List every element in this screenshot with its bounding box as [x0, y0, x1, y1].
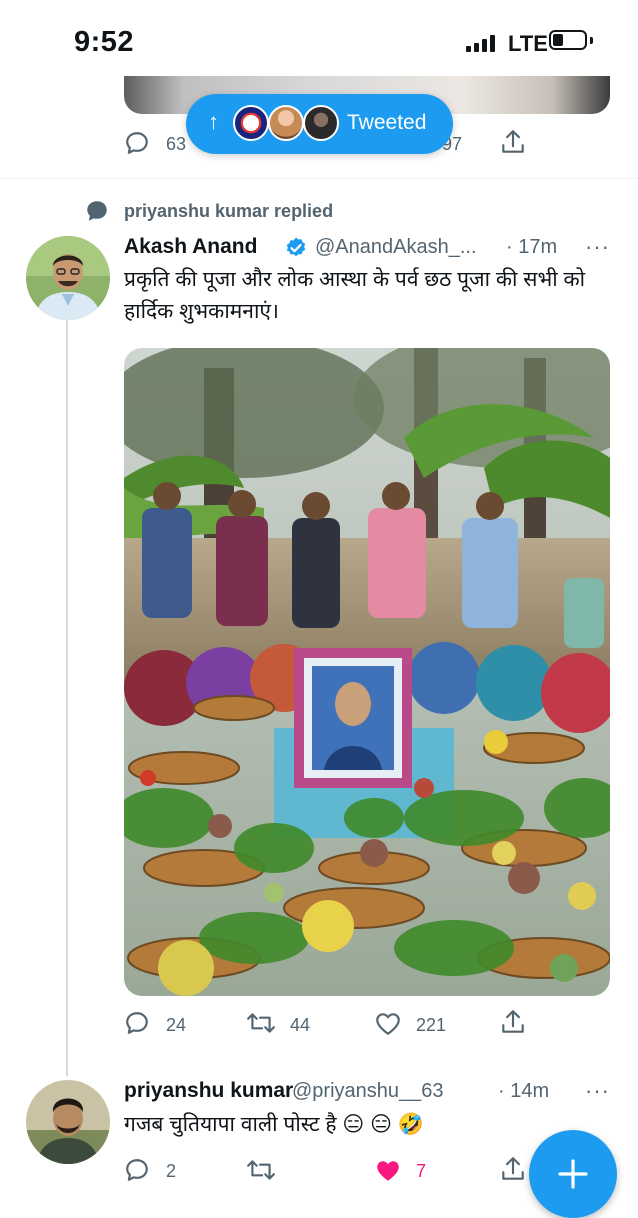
- like-count: 221: [416, 1015, 447, 1035]
- tweeted-label: Tweeted: [347, 111, 427, 134]
- author-name[interactable]: Akash Anand: [124, 235, 257, 259]
- retweet-icon: [247, 1013, 275, 1033]
- like-action[interactable]: [374, 1011, 402, 1042]
- verified-icon: [284, 236, 308, 265]
- tweet-divider: [0, 178, 638, 179]
- compose-plus-icon: [558, 1159, 588, 1189]
- reply-time[interactable]: · 14m: [498, 1080, 549, 1103]
- pill-avatar-3: [303, 105, 339, 141]
- like-icon: [377, 1161, 399, 1181]
- retweet-action[interactable]: [246, 1010, 276, 1041]
- reply-icon: [126, 1159, 148, 1181]
- retweet-icon: [247, 1160, 275, 1180]
- avatar-akash[interactable]: [26, 236, 110, 320]
- reply-like-action[interactable]: [374, 1158, 402, 1189]
- share-icon: [502, 130, 524, 153]
- reply-action[interactable]: [124, 1010, 150, 1041]
- prev-reply-count: 63: [166, 134, 187, 154]
- reply-reply-count: 2: [166, 1161, 177, 1181]
- reply-more-icon[interactable]: ···: [585, 1078, 610, 1104]
- battery-tip: [590, 37, 593, 44]
- compose-button[interactable]: [529, 1130, 617, 1218]
- reply-author-name[interactable]: priyanshu kumar: [124, 1079, 293, 1103]
- prev-share-action[interactable]: [500, 128, 526, 161]
- speech-bubble-icon: [84, 198, 110, 229]
- reply-author-handle[interactable]: @priyanshu__63: [292, 1080, 444, 1103]
- retweet-count: 44: [290, 1015, 311, 1035]
- pill-avatar-1: [233, 105, 269, 141]
- reply-icon: [126, 1012, 148, 1034]
- reply-like-count: 7: [416, 1161, 427, 1181]
- social-context[interactable]: priyanshu kumar replied: [124, 201, 333, 222]
- prev-reply-action[interactable]: [124, 130, 150, 161]
- share-action[interactable]: [500, 1008, 526, 1041]
- signal-icon: [466, 34, 495, 52]
- reply-count: 24: [166, 1015, 187, 1035]
- avatar-priyanshu[interactable]: [26, 1080, 110, 1164]
- thread-line: [66, 320, 68, 1076]
- battery-icon: [549, 30, 587, 50]
- share-icon: [502, 1157, 524, 1180]
- tweet-photo[interactable]: [124, 348, 610, 996]
- share-icon: [502, 1010, 524, 1033]
- reply-share-action[interactable]: [500, 1155, 526, 1188]
- pill-avatar-2: [268, 105, 304, 141]
- reply-text: गजब चुतियापा वाली पोस्ट है 😑 😑 🤣: [124, 1113, 424, 1136]
- status-time: 9:52: [74, 26, 135, 58]
- reply-retweet-action[interactable]: [246, 1157, 276, 1188]
- reply-icon: [126, 132, 148, 154]
- reply-reply-action[interactable]: [124, 1157, 150, 1188]
- tweet-time[interactable]: · 17m: [506, 236, 557, 259]
- tweeted-pill[interactable]: ↑ Tweeted: [186, 94, 453, 154]
- tweet-text: प्रकृति की पूजा और लोक आस्था के पर्व छठ …: [124, 268, 586, 323]
- author-handle[interactable]: @AnandAkash_...: [315, 236, 477, 259]
- like-icon: [376, 1013, 400, 1035]
- arrow-up-icon: ↑: [208, 109, 219, 134]
- network-label: LTE: [508, 31, 548, 56]
- more-icon[interactable]: ···: [585, 234, 610, 260]
